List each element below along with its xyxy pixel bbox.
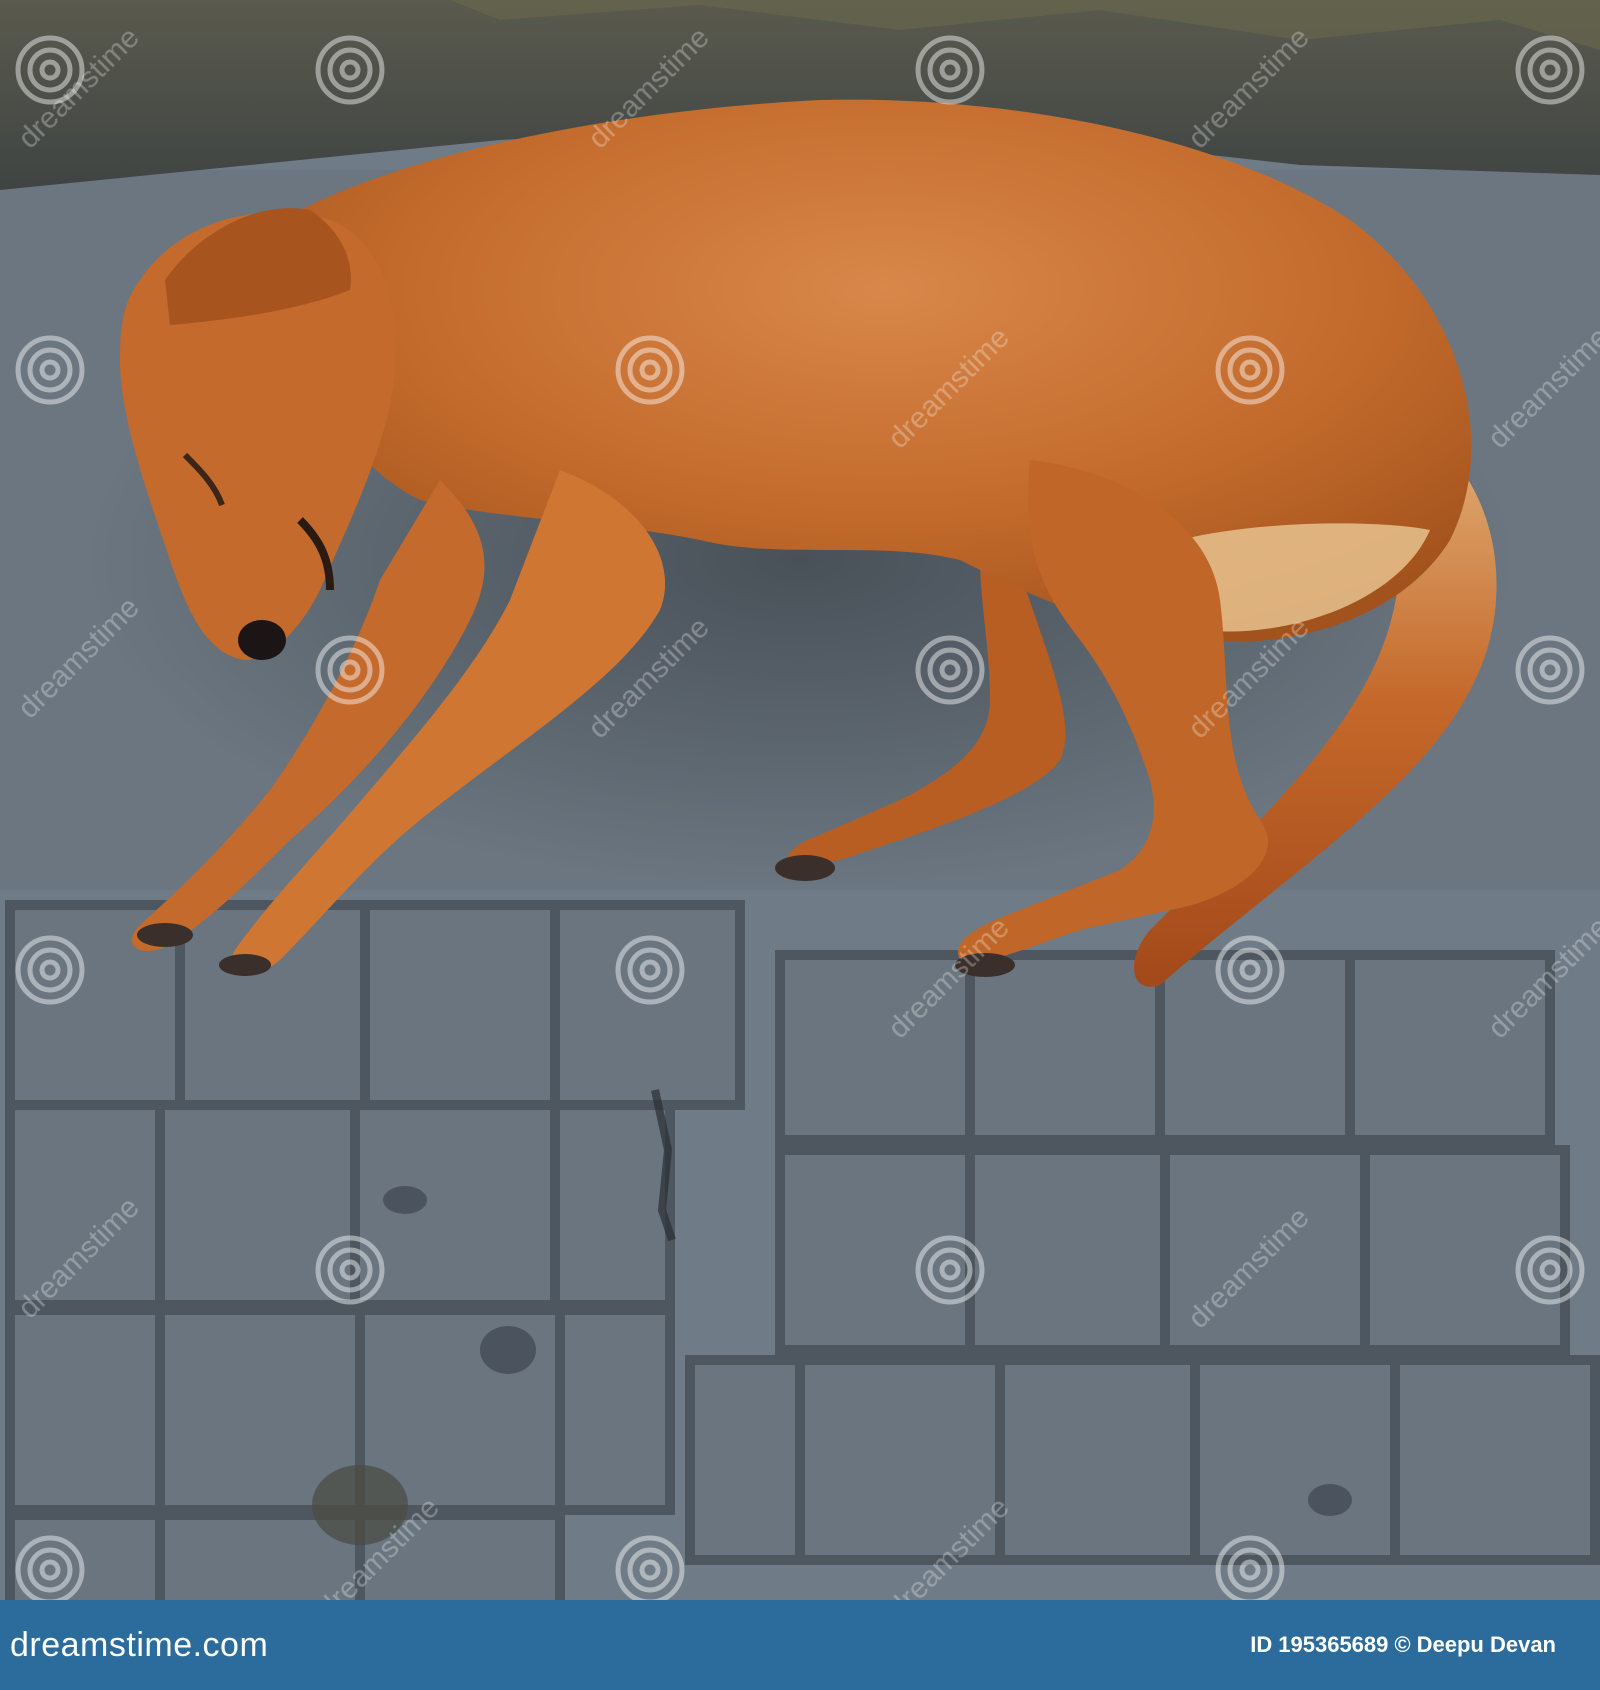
footer-bar: dreamstime.com ID 195365689 © Deepu Deva…	[0, 1600, 1600, 1690]
brand-logo-text[interactable]: dreamstime.com	[10, 1626, 268, 1665]
dog-nose	[238, 620, 286, 660]
image-credit: ID 195365689 © Deepu Devan	[1250, 1632, 1556, 1658]
photo: dreamstime dreamstime dreamstime dreamst…	[0, 0, 1600, 1600]
image-id-label: ID	[1250, 1632, 1273, 1657]
photo-canvas: dreamstime dreamstime dreamstime dreamst…	[0, 0, 1600, 1600]
author-name[interactable]: Deepu Devan	[1417, 1632, 1556, 1658]
image-id-value: 195365689	[1278, 1632, 1389, 1657]
paving-tiles	[5, 900, 1600, 1600]
sleeping-dog	[120, 99, 1497, 987]
copyright-symbol: ©	[1394, 1632, 1411, 1657]
